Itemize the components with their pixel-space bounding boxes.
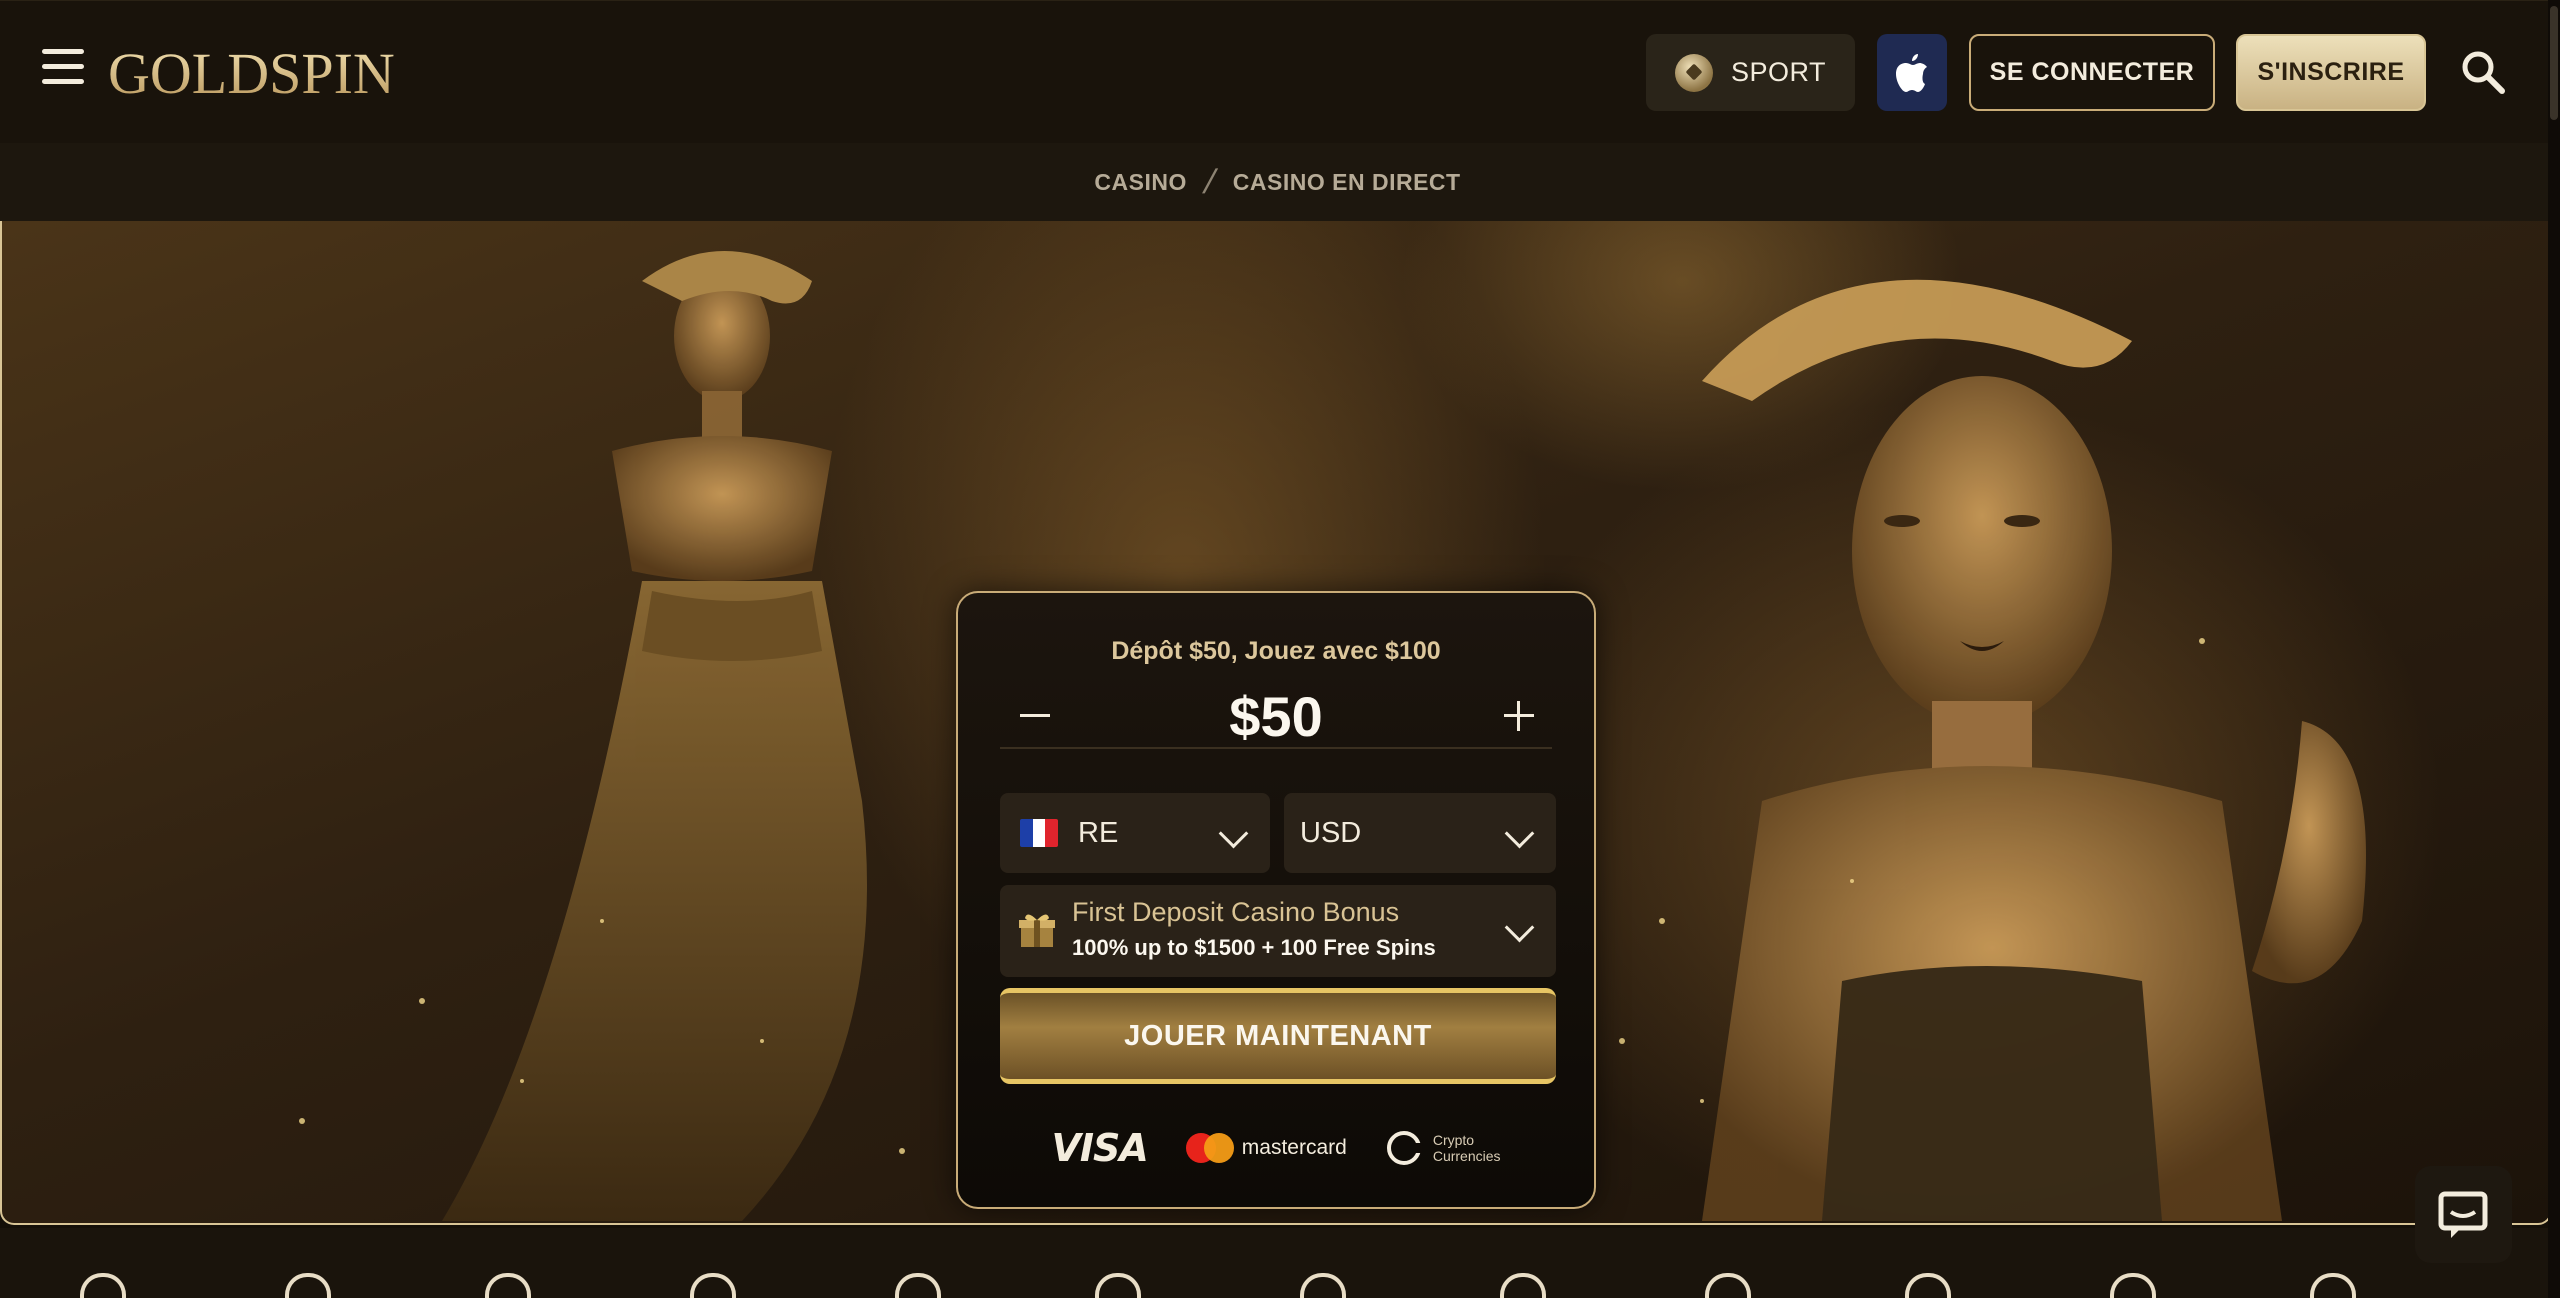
deposit-amount: $50 xyxy=(1229,685,1323,748)
apple-app-button[interactable] xyxy=(1877,34,1947,111)
scrollbar-thumb[interactable] xyxy=(2550,6,2558,120)
top-header: GOLDSPIN SPORT SE CONNECTER S'INSCRIRE xyxy=(0,0,2560,144)
visa-logo: VISA xyxy=(1051,1126,1148,1170)
chevron-down-icon xyxy=(1218,818,1249,849)
gift-icon xyxy=(1019,914,1055,947)
crypto-line2: Currencies xyxy=(1432,1148,1501,1164)
page-scrollbar[interactable] xyxy=(2548,0,2560,1298)
breadcrumb-casino[interactable]: CASINO xyxy=(1094,169,1186,196)
category-suits-icon[interactable] xyxy=(2110,1273,2156,1298)
mastercard-label: mastercard xyxy=(1241,1136,1347,1159)
logo-wordmark: GOLDSPIN xyxy=(108,41,395,105)
category-bomb-icon[interactable] xyxy=(895,1273,941,1298)
currency-value: USD xyxy=(1300,816,1362,849)
signup-button[interactable]: S'INSCRIRE xyxy=(2236,34,2426,111)
bonus-title: First Deposit Casino Bonus xyxy=(1072,897,1400,927)
crypto-line1: Crypto xyxy=(1432,1132,1475,1148)
apple-icon xyxy=(1896,53,1927,92)
category-table-icon[interactable] xyxy=(2310,1273,2356,1298)
login-button[interactable]: SE CONNECTER xyxy=(1969,34,2215,111)
goldspin-logo[interactable]: GOLDSPIN xyxy=(108,41,428,105)
category-seven-icon[interactable] xyxy=(1705,1273,1751,1298)
menu-icon[interactable] xyxy=(42,49,84,89)
crypto-icon xyxy=(1386,1131,1422,1165)
category-fruit-icon[interactable] xyxy=(285,1273,331,1298)
category-slot-icon[interactable] xyxy=(690,1273,736,1298)
sport-button[interactable]: SPORT xyxy=(1646,34,1855,111)
sport-label: SPORT xyxy=(1730,57,1827,87)
category-cards-icon[interactable] xyxy=(1500,1273,1546,1298)
breadcrumb: CASINO / CASINO EN DIRECT xyxy=(0,143,2555,221)
chevron-down-icon xyxy=(1504,912,1535,943)
search-icon[interactable] xyxy=(2458,47,2506,95)
category-globe-icon[interactable] xyxy=(80,1273,126,1298)
crypto-logo: Crypto Currencies xyxy=(1386,1131,1501,1165)
right-figure xyxy=(1702,279,2366,1221)
play-now-button[interactable]: JOUER MAINTENANT xyxy=(1000,988,1556,1084)
category-pops-icon[interactable] xyxy=(1095,1273,1141,1298)
france-flag-icon xyxy=(1020,819,1058,847)
game-category-strip xyxy=(0,1228,2560,1298)
category-sword-icon[interactable] xyxy=(1300,1273,1346,1298)
left-figure xyxy=(442,251,867,1221)
deposit-title: Dépôt $50, Jouez avec $100 xyxy=(1111,637,1441,665)
chat-icon xyxy=(2438,1191,2488,1238)
category-diamond-icon[interactable] xyxy=(485,1273,531,1298)
soccer-ball-icon xyxy=(1674,53,1713,92)
chevron-down-icon xyxy=(1504,818,1535,849)
mastercard-logo: mastercard xyxy=(1185,1133,1347,1163)
deposit-card: Dépôt $50, Jouez avec $100 $50 RE USD Fi xyxy=(956,591,1596,1209)
bonus-select[interactable]: First Deposit Casino Bonus 100% up to $1… xyxy=(1000,885,1556,977)
svg-text:GOLDSPIN: GOLDSPIN xyxy=(108,41,395,105)
payment-methods: VISA mastercard Crypto Currencies xyxy=(958,1118,1594,1178)
breadcrumb-live-casino[interactable]: CASINO EN DIRECT xyxy=(1233,169,1461,196)
live-chat-button[interactable] xyxy=(2415,1166,2512,1263)
bonus-detail: 100% up to $1500 + 100 Free Spins xyxy=(1072,935,1436,960)
increase-amount-button[interactable] xyxy=(1492,689,1544,741)
amount-stepper: $50 xyxy=(1000,689,1552,749)
country-value: RE xyxy=(1078,816,1119,849)
category-rocket-icon[interactable] xyxy=(1905,1273,1951,1298)
currency-select[interactable]: USD xyxy=(1284,793,1556,873)
country-select[interactable]: RE xyxy=(1000,793,1270,873)
hero-banner: Dépôt $50, Jouez avec $100 $50 RE USD Fi xyxy=(0,221,2552,1225)
breadcrumb-separator: / xyxy=(1199,162,1221,201)
